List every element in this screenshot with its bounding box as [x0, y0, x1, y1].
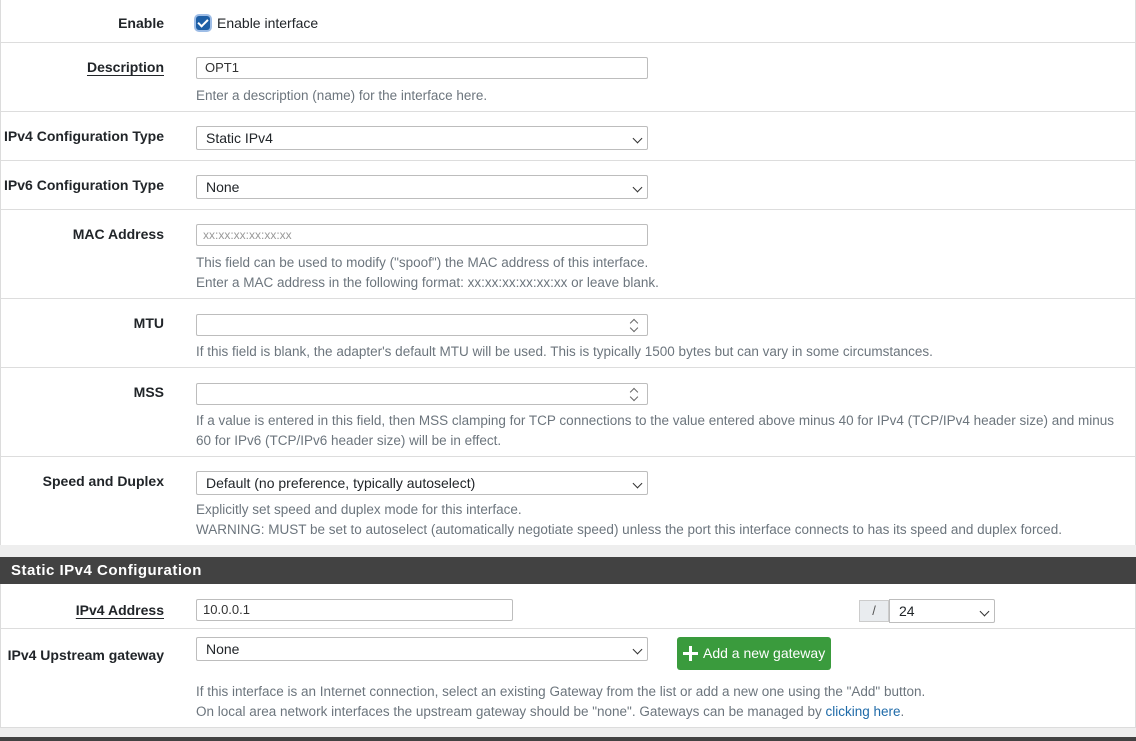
add-new-gateway-label: Add a new gateway — [703, 645, 826, 661]
add-new-gateway-button[interactable]: Add a new gateway — [677, 637, 831, 670]
ipv4-cidr-value: 24 — [899, 603, 915, 619]
mac-address-label: MAC Address — [72, 226, 164, 242]
ipv4-type-value: Static IPv4 — [206, 130, 273, 146]
ipv4-type-label: IPv4 Configuration Type — [4, 128, 164, 144]
mac-address-input[interactable]: xx:xx:xx:xx:xx:xx — [196, 224, 648, 246]
ipv4-gateway-help-2: On local area network interfaces the ups… — [196, 702, 904, 722]
chevron-down-icon — [632, 644, 643, 655]
number-spinner-icon[interactable] — [629, 318, 641, 333]
enable-interface-checkbox[interactable] — [196, 16, 210, 30]
cidr-slash-addon: / — [859, 600, 889, 622]
speed-duplex-label: Speed and Duplex — [42, 473, 164, 489]
ipv4-gateway-help-1: If this interface is an Internet connect… — [196, 684, 926, 699]
chevron-down-icon — [632, 133, 643, 144]
mac-address-row: MAC Address xx:xx:xx:xx:xx:xx This field… — [1, 209, 1135, 299]
mac-address-help-1: This field can be used to modify ("spoof… — [196, 255, 649, 270]
mss-label: MSS — [133, 384, 164, 400]
ipv4-gateway-row: IPv4 Upstream gateway None If this inter… — [1, 628, 1135, 728]
general-configuration-panel: Enable Enable interface Description OPT1… — [0, 0, 1136, 545]
enable-interface-label[interactable]: Enable interface — [217, 15, 318, 31]
chevron-down-icon — [979, 606, 990, 617]
speed-duplex-help-2: WARNING: MUST be set to autoselect (auto… — [196, 522, 1062, 537]
description-label: Description — [86, 59, 164, 75]
ipv6-type-value: None — [206, 179, 240, 195]
mtu-label: MTU — [133, 315, 164, 331]
ipv4-type-row: IPv4 Configuration Type Static IPv4 — [1, 111, 1135, 161]
ipv4-gateway-help-2-text: On local area network interfaces the ups… — [196, 704, 826, 719]
speed-duplex-select[interactable]: Default (no preference, typically autose… — [196, 471, 648, 495]
bottom-section-edge — [0, 737, 1136, 741]
ipv4-type-select[interactable]: Static IPv4 — [196, 126, 648, 150]
plus-icon — [683, 646, 698, 661]
description-input[interactable]: OPT1 — [196, 57, 648, 79]
mtu-input[interactable] — [196, 314, 648, 336]
chevron-down-icon — [632, 478, 643, 489]
description-row: Description OPT1 Enter a description (na… — [1, 42, 1135, 112]
number-spinner-icon[interactable] — [629, 387, 641, 402]
ipv6-type-select[interactable]: None — [196, 175, 648, 199]
ipv6-type-label: IPv6 Configuration Type — [4, 177, 164, 193]
mac-address-placeholder: xx:xx:xx:xx:xx:xx — [203, 228, 292, 242]
mss-input[interactable] — [196, 383, 648, 405]
ipv4-address-input[interactable]: 10.0.0.1 — [196, 599, 513, 621]
ipv4-gateway-select[interactable]: None — [196, 637, 648, 661]
mtu-help: If this field is blank, the adapter's de… — [196, 344, 933, 359]
ipv4-gateway-help-2-suffix: . — [900, 704, 905, 719]
mtu-row: MTU If this field is blank, the adapter'… — [1, 298, 1135, 368]
mss-row: MSS If a value is entered in this field,… — [1, 367, 1135, 457]
ipv4-gateway-value: None — [206, 641, 240, 657]
mss-help-2: 60 for IPv6 (TCP/IPv6 header size) will … — [196, 433, 502, 448]
chevron-down-icon — [632, 182, 643, 193]
speed-duplex-value: Default (no preference, typically autose… — [206, 475, 476, 491]
description-help: Enter a description (name) for the inter… — [196, 88, 488, 103]
mss-help-1: If a value is entered in this field, the… — [196, 413, 1114, 428]
ipv4-gateway-label: IPv4 Upstream gateway — [7, 647, 164, 663]
ipv6-type-row: IPv6 Configuration Type None — [1, 160, 1135, 210]
static-ipv4-section-header: Static IPv4 Configuration — [0, 557, 1136, 584]
mac-address-help-2: Enter a MAC address in the following for… — [196, 275, 659, 290]
enable-row: Enable Enable interface — [1, 0, 1135, 42]
speed-duplex-row: Speed and Duplex Default (no preference,… — [1, 456, 1135, 546]
ipv4-address-label: IPv4 Address — [75, 602, 164, 618]
manage-gateways-link[interactable]: clicking here — [825, 704, 900, 719]
speed-duplex-help-1: Explicitly set speed and duplex mode for… — [196, 502, 522, 517]
ipv4-cidr-select[interactable]: 24 — [889, 599, 995, 623]
enable-label: Enable — [118, 15, 164, 31]
